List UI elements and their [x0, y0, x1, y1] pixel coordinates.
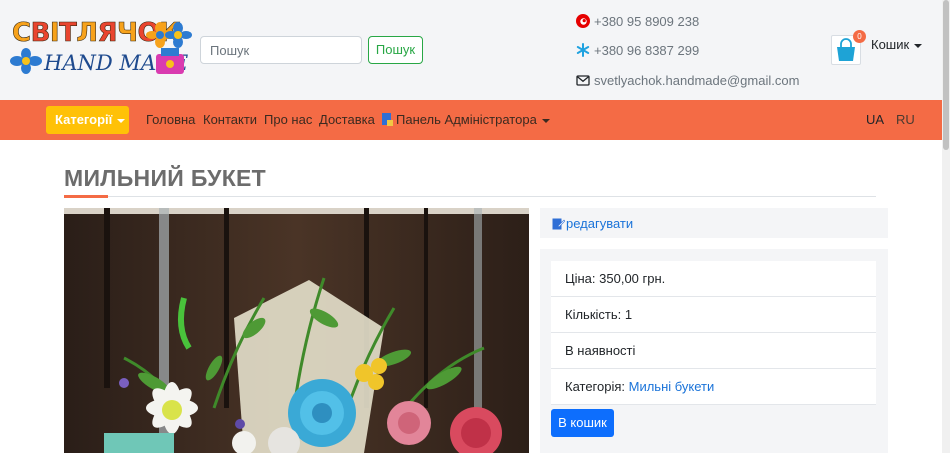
nav-link-about[interactable]: Про нас — [264, 100, 312, 140]
product-price: Ціна: 350,00 грн. — [551, 261, 876, 297]
kyivstar-icon — [576, 43, 590, 57]
lang-ua[interactable]: UA — [866, 100, 884, 140]
flower-bouquet-icon — [146, 22, 192, 74]
cart-dropdown[interactable]: Кошик — [871, 37, 923, 52]
product-photo[interactable] — [64, 208, 529, 453]
nav-link-contacts[interactable]: Контакти — [203, 100, 257, 140]
edit-label: редагувати — [566, 216, 634, 231]
admin-panel-label: Панель Адміністратора — [396, 112, 537, 127]
nav-link-home[interactable]: Головна — [146, 100, 195, 140]
categories-label: Категорії — [55, 112, 113, 127]
search-button[interactable]: Пошук — [368, 36, 423, 64]
logo[interactable]: СВІТЛЯЧОК HAND MADE — [10, 18, 192, 80]
add-to-cart-button[interactable]: В кошик — [551, 409, 614, 437]
chevron-down-icon — [117, 118, 126, 123]
title-accent-bar — [64, 195, 108, 198]
contact-text: svetlyachok.handmade@gmail.com — [594, 72, 800, 88]
main-navbar: Категорії Головна Контакти Про нас Доста… — [0, 100, 942, 140]
chevron-down-icon — [541, 118, 550, 123]
phone-kyivstar[interactable]: +380 96 8387 299 — [576, 41, 699, 59]
soap-bouquet-image — [64, 208, 529, 453]
categories-dropdown[interactable]: Категорії — [46, 106, 129, 134]
title-divider — [64, 196, 876, 197]
scrollbar-thumb[interactable] — [943, 0, 949, 150]
envelope-icon — [576, 75, 590, 86]
email-contact[interactable]: svetlyachok.handmade@gmail.com — [576, 71, 799, 89]
page-title: МИЛЬНИЙ БУКЕТ — [64, 165, 267, 191]
category-link[interactable]: Мильні букети — [629, 379, 715, 394]
edit-link[interactable]: редагувати — [552, 216, 633, 231]
contact-text: +380 95 8909 238 — [594, 13, 700, 29]
category-prefix: Категорія: — [565, 379, 629, 394]
product-quantity: Кількість: 1 — [551, 297, 876, 333]
admin-panel-icon — [382, 113, 393, 126]
cart-label: Кошик — [871, 37, 910, 52]
chevron-down-icon — [914, 43, 923, 48]
flower-icon — [10, 48, 42, 74]
cart-count-badge: 0 — [853, 30, 866, 43]
contact-text: +380 96 8387 299 — [594, 42, 700, 58]
search-input[interactable] — [200, 36, 362, 64]
site-header: СВІТЛЯЧОК HAND MADE Пошук — [0, 0, 950, 100]
product-availability: В наявності — [551, 333, 876, 369]
vodafone-icon — [576, 14, 590, 28]
lang-ru[interactable]: RU — [896, 100, 915, 140]
product-category: Категорія: Мильні букети — [551, 369, 876, 405]
phone-vodafone[interactable]: +380 95 8909 238 — [576, 12, 699, 30]
nav-admin-dropdown[interactable]: Панель Адміністратора — [382, 100, 550, 140]
edit-icon — [552, 218, 565, 230]
page-scrollbar[interactable] — [942, 0, 950, 453]
nav-link-delivery[interactable]: Доставка — [319, 100, 375, 140]
